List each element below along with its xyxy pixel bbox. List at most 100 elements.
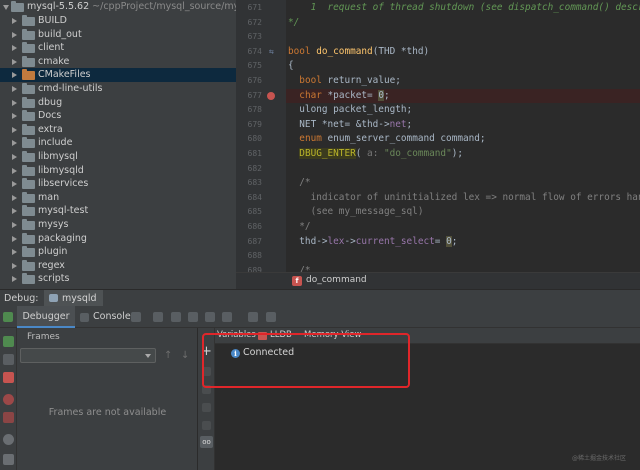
thread-selector[interactable] xyxy=(20,348,156,363)
code-line[interactable]: ulong packet_length; xyxy=(288,103,412,117)
tree-folder[interactable]: libmysqld xyxy=(0,164,236,178)
chevron-right-icon[interactable] xyxy=(12,99,17,106)
tree-root[interactable]: mysql-5.5.62 ~/cppProject/mysql_source/m… xyxy=(0,0,236,14)
chevron-right-icon[interactable] xyxy=(12,222,17,228)
chevron-right-icon[interactable] xyxy=(12,140,17,147)
step-into-icon[interactable] xyxy=(188,312,198,322)
chevron-right-icon[interactable] xyxy=(12,45,17,52)
stop-icon[interactable] xyxy=(3,372,14,383)
show-execution-point-icon[interactable] xyxy=(153,312,163,322)
folder-label: dbug xyxy=(38,96,63,108)
chevron-right-icon[interactable] xyxy=(12,126,17,133)
step-over-icon[interactable] xyxy=(171,312,181,322)
code-line[interactable]: char *packet= 0; xyxy=(286,88,640,103)
tree-folder[interactable]: cmake xyxy=(0,55,236,69)
chevron-right-icon[interactable] xyxy=(12,167,17,174)
layout-icon[interactable] xyxy=(131,312,141,322)
evaluate-icon[interactable] xyxy=(248,312,258,322)
chevron-right-icon[interactable] xyxy=(12,72,17,79)
tree-folder[interactable]: CMakeFiles xyxy=(0,68,236,83)
code-line[interactable]: */ xyxy=(288,16,299,30)
code-line[interactable]: /* xyxy=(288,176,310,190)
chevron-right-icon[interactable] xyxy=(12,113,17,120)
rerun-icon[interactable] xyxy=(3,312,13,322)
folder-icon xyxy=(22,69,35,81)
code-line[interactable]: thd->lex->current_select= 0; xyxy=(288,235,457,249)
tree-folder[interactable]: client xyxy=(0,41,236,55)
pause-icon[interactable] xyxy=(3,354,14,365)
code-token: { xyxy=(288,60,294,72)
breakpoint-icon[interactable] xyxy=(267,91,275,100)
breadcrumb-function[interactable]: do_command xyxy=(306,275,367,285)
tree-folder[interactable]: libservices xyxy=(0,177,236,191)
line-number: 671 xyxy=(247,3,262,12)
breadcrumb[interactable]: f do_command xyxy=(236,272,640,289)
resume-icon[interactable] xyxy=(3,336,14,347)
tree-folder[interactable]: cmd-line-utils xyxy=(0,82,236,96)
tree-folder[interactable]: Docs xyxy=(0,109,236,123)
code-editor[interactable]: 671 672 673 674 675 676 677 678 679 680 681 682 683 6… xyxy=(236,0,640,272)
settings-gear-icon[interactable] xyxy=(3,434,14,445)
code-line[interactable]: */ xyxy=(288,220,310,234)
chevron-right-icon[interactable] xyxy=(12,235,17,242)
code-token: bool xyxy=(299,75,328,86)
tree-folder[interactable]: mysys xyxy=(0,218,236,232)
folder-icon xyxy=(22,96,35,108)
tab-console[interactable]: Console xyxy=(93,306,131,328)
arrow-down-icon[interactable]: ↓ xyxy=(181,350,189,361)
step-out-icon[interactable] xyxy=(222,312,232,322)
mute-breakpoints-icon[interactable] xyxy=(3,412,14,423)
tree-folder[interactable]: build_out xyxy=(0,28,236,42)
tree-folder[interactable]: plugin xyxy=(0,245,236,259)
chevron-right-icon[interactable] xyxy=(12,208,17,215)
chevron-right-icon[interactable] xyxy=(12,276,17,283)
folder-label: libmysqld xyxy=(38,164,84,176)
code-line[interactable]: /* xyxy=(288,264,310,272)
code-line[interactable]: enum enum_server_command command; xyxy=(288,132,485,146)
chevron-right-icon[interactable] xyxy=(12,86,17,92)
tree-folder[interactable]: man xyxy=(0,191,236,205)
chevron-right-icon[interactable] xyxy=(12,18,17,24)
tree-folder[interactable]: regex xyxy=(0,259,236,273)
duplicate-icon[interactable] xyxy=(202,421,211,430)
folder-label: man xyxy=(38,191,60,203)
code-line[interactable]: indicator of uninitialized lex => normal… xyxy=(288,191,640,205)
chevron-right-icon[interactable] xyxy=(12,249,17,256)
chevron-right-icon[interactable] xyxy=(12,154,17,160)
code-line[interactable]: NET *net= &thd->net; xyxy=(288,118,412,132)
tree-folder[interactable]: scripts xyxy=(0,272,236,286)
tab-debugger[interactable]: Debugger xyxy=(17,306,75,328)
editor-gutter[interactable]: 671 672 673 674 675 676 677 678 679 680 681 682 683 6… xyxy=(236,0,286,272)
tree-folder[interactable]: include xyxy=(0,136,236,150)
chevron-right-icon[interactable] xyxy=(12,31,17,38)
tree-folder[interactable]: libmysql xyxy=(0,150,236,164)
tree-folder[interactable]: mysql-test xyxy=(0,204,236,218)
folder-label: scripts xyxy=(38,273,70,285)
glasses-icon[interactable]: oo xyxy=(200,436,213,448)
code-token: lex xyxy=(327,235,345,247)
code-line[interactable]: bool do_command(THD *thd) xyxy=(288,45,429,59)
view-breakpoints-icon[interactable] xyxy=(3,394,14,405)
folder-icon xyxy=(22,55,35,67)
pin-icon[interactable] xyxy=(3,454,14,465)
chevron-right-icon[interactable] xyxy=(12,194,17,201)
table-view-icon[interactable] xyxy=(266,312,276,322)
debug-session-tab[interactable]: mysqld xyxy=(44,290,103,307)
move-down-icon[interactable] xyxy=(202,403,211,412)
arrow-up-icon[interactable]: ↑ xyxy=(164,350,172,361)
code-line[interactable]: DBUG_ENTER( a: "do_command"); xyxy=(288,147,463,161)
tree-folder[interactable]: BUILD xyxy=(0,14,236,28)
code-line[interactable]: { xyxy=(288,59,294,73)
force-step-into-icon[interactable] xyxy=(205,312,215,322)
tree-folder[interactable]: packaging xyxy=(0,232,236,246)
code-line[interactable]: bool return_value; xyxy=(288,74,401,88)
chevron-right-icon[interactable] xyxy=(12,262,17,269)
code-line[interactable]: (see my_message_sql) xyxy=(288,205,424,219)
code-line[interactable]: 1 request of thread shutdown (see dispat… xyxy=(288,1,640,15)
override-icon[interactable]: ⇆ xyxy=(269,45,274,59)
chevron-right-icon[interactable] xyxy=(12,181,17,188)
chevron-down-icon[interactable] xyxy=(3,5,9,10)
tree-folder[interactable]: dbug xyxy=(0,96,236,110)
chevron-right-icon[interactable] xyxy=(12,58,17,65)
tree-folder[interactable]: extra xyxy=(0,123,236,137)
